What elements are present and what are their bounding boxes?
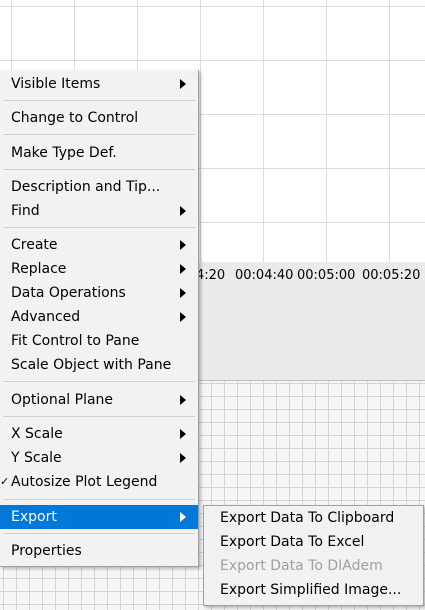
submenu-item-export-to-excel[interactable]: Export Data To Excel [204,530,423,554]
menu-item-label: Optional Plane [11,392,114,408]
menu-item-autosize-plot-legend[interactable]: ✓ Autosize Plot Legend [0,470,198,494]
submenu-item-label: Export Data To Excel [220,534,365,550]
checkmark-icon: ✓ [0,475,10,488]
menu-item-make-type-def[interactable]: Make Type Def. [0,141,198,165]
menu-item-label: Scale Object with Pane [11,357,172,373]
submenu-arrow-icon [180,395,186,405]
menu-item-x-scale[interactable]: X Scale [0,422,198,446]
menu-separator [3,381,195,382]
menu-item-label: Create [11,237,58,253]
menu-item-label: Data Operations [11,285,126,301]
submenu-arrow-icon [180,429,186,439]
submenu-arrow-icon [180,312,186,322]
menu-item-visible-items[interactable]: Visible Items [0,72,198,96]
submenu-arrow-icon [180,453,186,463]
menu-item-label: Visible Items [11,76,101,92]
export-submenu: Export Data To Clipboard Export Data To … [203,505,424,606]
menu-item-label: X Scale [11,426,63,442]
menu-item-label: Find [11,203,40,219]
x-axis-ticks: 4:20 00:04:40 00:05:00 00:05:20 [196,268,425,288]
submenu-arrow-icon [180,206,186,216]
menu-item-label: Description and Tip... [11,179,161,195]
menu-item-fit-control-to-pane[interactable]: Fit Control to Pane [0,329,198,353]
menu-item-label: Properties [11,543,82,559]
submenu-item-label: Export Data To Clipboard [220,510,395,526]
menu-item-advanced[interactable]: Advanced [0,305,198,329]
menu-item-label: Make Type Def. [11,145,117,161]
submenu-arrow-icon [180,288,186,298]
menu-item-data-operations[interactable]: Data Operations [0,281,198,305]
menu-separator [3,169,195,170]
x-tick-label: 00:05:00 [297,268,356,283]
menu-item-replace[interactable]: Replace [0,257,198,281]
menu-item-label: Change to Control [11,110,139,126]
submenu-item-label: Export Data To DIAdem [220,558,383,574]
menu-item-description-and-tip[interactable]: Description and Tip... [0,175,198,199]
menu-separator [3,416,195,417]
x-tick-label: 00:04:40 [235,268,294,283]
menu-separator [3,227,195,228]
menu-item-label: Export [11,509,57,525]
menu-item-scale-object-with-pane[interactable]: Scale Object with Pane [0,353,198,377]
menu-item-label: Advanced [11,309,81,325]
context-menu: Visible Items Change to Control Make Typ… [0,70,199,567]
menu-separator [3,533,195,534]
submenu-item-label: Export Simplified Image... [220,582,402,598]
submenu-item-export-to-diadem: Export Data To DIAdem [204,554,423,578]
menu-item-find[interactable]: Find [0,199,198,223]
menu-item-export[interactable]: Export [0,505,198,529]
menu-item-create[interactable]: Create [0,233,198,257]
menu-separator [3,100,195,101]
menu-item-label: Y Scale [11,450,62,466]
submenu-arrow-icon [180,79,186,89]
menu-item-change-to-control[interactable]: Change to Control [0,106,198,130]
menu-item-optional-plane[interactable]: Optional Plane [0,388,198,412]
x-tick-label: 4:20 [196,268,226,283]
menu-separator [3,499,195,500]
menu-item-label: Autosize Plot Legend [11,474,158,490]
submenu-item-export-simplified-image[interactable]: Export Simplified Image... [204,578,423,602]
menu-item-y-scale[interactable]: Y Scale [0,446,198,470]
menu-item-properties[interactable]: Properties [0,539,198,563]
x-tick-label: 00:05:20 [362,268,421,283]
submenu-arrow-icon [180,512,186,522]
menu-separator [3,134,195,135]
menu-item-label: Fit Control to Pane [11,333,140,349]
submenu-arrow-icon [180,264,186,274]
submenu-arrow-icon [180,240,186,250]
menu-item-label: Replace [11,261,67,277]
submenu-item-export-to-clipboard[interactable]: Export Data To Clipboard [204,506,423,530]
